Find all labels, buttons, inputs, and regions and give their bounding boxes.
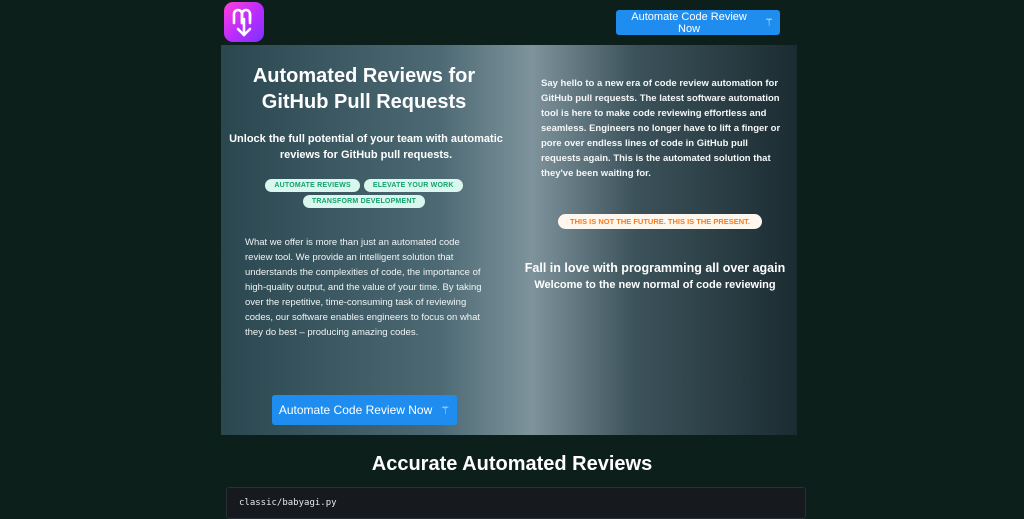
magic-wand-icon: ⚚ — [764, 17, 774, 29]
welcome-subheading: Welcome to the new normal of code review… — [534, 279, 776, 291]
fall-in-love-heading: Fall in love with programming all over a… — [524, 261, 786, 275]
tag-automate-reviews: AUTOMATE REVIEWS — [265, 179, 360, 192]
tag-list: AUTOMATE REVIEWS ELEVATE YOUR WORK TRANS… — [221, 179, 507, 208]
app-logo[interactable] — [224, 2, 264, 42]
hero-intro-text: Say hello to a new era of code review au… — [541, 78, 781, 179]
hero-cta-label: Automate Code Review Now — [278, 403, 433, 417]
tag-elevate-your-work: ELEVATE YOUR WORK — [363, 179, 463, 192]
header-automate-button[interactable]: Automate Code Review Now ⚚ — [616, 10, 780, 35]
code-file-name: classic/babyagi.py — [239, 498, 337, 508]
section-title: Accurate Automated Reviews — [371, 453, 653, 475]
hero-description: What we offer is more than just an autom… — [245, 237, 482, 338]
tag-transform-development: TRANSFORM DEVELOPMENT — [302, 195, 426, 208]
magic-wand-icon: ⚚ — [440, 404, 451, 417]
hero-automate-button[interactable]: Automate Code Review Now ⚚ — [272, 395, 457, 425]
hero-panel: Automated Reviews for GitHub Pull Reques… — [221, 45, 797, 435]
code-panel: classic/babyagi.py — [226, 487, 806, 519]
download-arrow-logo-icon — [232, 8, 252, 37]
header-cta-label: Automate Code Review Now — [631, 10, 747, 35]
present-badge: THIS IS NOT THE FUTURE. THIS IS THE PRES… — [558, 214, 762, 229]
hero-subtitle: Unlock the full potential of your team w… — [229, 133, 503, 161]
hero-title: Automated Reviews for GitHub Pull Reques… — [252, 65, 476, 113]
